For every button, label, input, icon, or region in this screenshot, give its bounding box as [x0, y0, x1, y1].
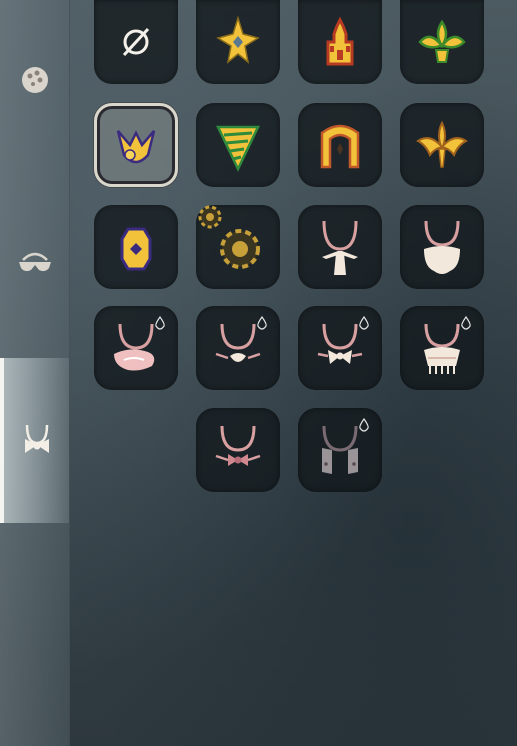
item-green-fleur-emblem[interactable]	[400, 0, 484, 84]
item-bow-necklace[interactable]	[298, 306, 382, 390]
none-icon	[122, 27, 150, 57]
dye-drop-icon	[461, 316, 471, 330]
item-purple-gold-chevron-emblem[interactable]	[94, 103, 178, 187]
tab-glasses[interactable]	[0, 238, 69, 288]
item-gold-star-emblem[interactable]	[196, 0, 280, 84]
item-purple-gem-emblem[interactable]	[94, 205, 178, 289]
item-stole-necklace[interactable]	[298, 408, 382, 492]
purple-gem-emblem-icon	[120, 227, 152, 271]
item-scarf-necklace[interactable]	[94, 306, 178, 390]
item-orange-arch-emblem[interactable]	[298, 103, 382, 187]
tab-neckwear[interactable]	[0, 358, 69, 523]
pink-bow-necklace-icon	[215, 425, 261, 466]
cravat-necklace-icon	[322, 220, 358, 275]
red-castle-emblem-icon	[326, 16, 354, 66]
gold-trident-emblem-icon	[416, 120, 468, 168]
item-green-spiral-emblem[interactable]	[196, 103, 280, 187]
item-gear-emblem[interactable]	[196, 205, 280, 289]
neckwear-icon	[24, 424, 49, 453]
dye-drop-icon	[359, 418, 369, 432]
palette-icon	[21, 67, 48, 93]
green-fleur-emblem-icon	[418, 19, 466, 63]
item-tasseled-scarf-necklace[interactable]	[400, 306, 484, 390]
dye-drop-icon	[359, 316, 369, 330]
beard-bib-necklace-icon	[424, 220, 460, 274]
glasses-icon	[18, 252, 51, 272]
green-spiral-emblem-icon	[216, 125, 260, 172]
orange-arch-emblem-icon	[320, 124, 360, 169]
purple-gold-chevron-emblem-icon	[116, 130, 156, 164]
gear-emblem-icon	[198, 205, 260, 269]
tab-makeup[interactable]	[0, 55, 69, 105]
item-gold-trident-emblem[interactable]	[400, 103, 484, 187]
dye-drop-icon	[155, 316, 165, 330]
gold-star-emblem-icon	[216, 15, 260, 64]
dye-drop-icon	[257, 316, 267, 330]
item-knot-necklace[interactable]	[196, 306, 280, 390]
item-pink-bow-necklace[interactable]	[196, 408, 280, 492]
category-sidebar	[0, 0, 70, 746]
item-none[interactable]	[94, 0, 178, 84]
item-red-castle-emblem[interactable]	[298, 0, 382, 84]
item-cravat-necklace[interactable]	[298, 205, 382, 289]
item-beard-bib-necklace[interactable]	[400, 205, 484, 289]
